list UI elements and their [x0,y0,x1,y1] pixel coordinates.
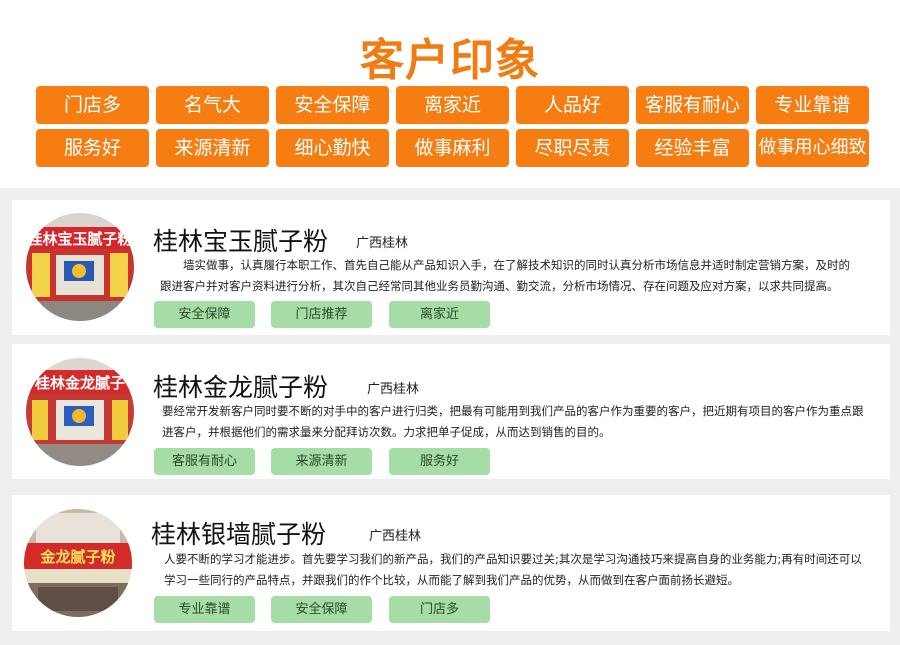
svg-text:金龙腻子粉: 金龙腻子粉 [39,548,115,566]
storefront-image-icon: 金龙腻子粉 [24,509,132,617]
impression-pill[interactable]: 安全保障 [271,596,372,623]
impression-pill[interactable]: 门店推荐 [271,301,372,328]
impression-pill[interactable]: 离家近 [389,301,490,328]
tag-button[interactable]: 经验丰富 [636,129,749,167]
tag-button[interactable]: 做事用心细致 [756,129,869,167]
impression-pill[interactable]: 客服有耐心 [154,448,255,475]
tag-button[interactable]: 名气大 [156,86,269,124]
tag-button[interactable]: 细心勤快 [276,129,389,167]
header-section: 客户印象 门店多 名气大 安全保障 离家近 人品好 客服有耐心 专业靠谱 服务好… [0,0,900,188]
store-description: 要经常开发新客户同时要不断的对手中的客户进行归类，把最有可能用到我们产品的客户作… [162,401,882,443]
tag-button[interactable]: 服务好 [36,129,149,167]
description-line: 进客户，并根据他们的需求量来分配拜访次数。力求把单子促成，从而达到销售的目的。 [162,425,611,439]
svg-text:桂林宝玉腻子粉: 桂林宝玉腻子粉 [26,230,132,248]
store-name: 桂林银墙腻子粉 [151,520,327,549]
tag-button[interactable]: 门店多 [36,86,149,124]
storefront-image-icon: 桂林金龙腻子 [26,358,134,466]
store-region: 广西桂林 [367,382,420,397]
description-line: 人要不断的学习才能进步。首先要学习我们的新产品，我们的产品知识要过关;其次是学习… [164,552,862,566]
tag-button[interactable]: 离家近 [396,86,509,124]
customer-card: 桂林宝玉腻子粉 桂林宝玉腻子粉 广西桂林 墙实做事，认真履行本职工作、首先自己能… [12,200,890,335]
description-line: 学习一些同行的产品特点，并跟我们的作个比较，从而能了解到我们产品的优势，从而做到… [164,573,739,587]
store-region: 广西桂林 [369,529,422,544]
svg-text:桂林金龙腻子: 桂林金龙腻子 [34,374,125,392]
store-photo: 桂林宝玉腻子粉 [26,213,134,321]
impression-pill[interactable]: 安全保障 [154,301,255,328]
tag-button[interactable]: 尽职尽责 [516,129,629,167]
impression-pill[interactable]: 服务好 [389,448,490,475]
description-line: 要经常开发新客户同时要不断的对手中的客户进行归类，把最有可能用到我们产品的客户作… [162,404,864,418]
description-line: 跟进客户并对客户资料进行分析，其次自己经常同其他业务员勤沟通、勤交流，分析市场情… [160,279,839,293]
store-photo: 金龙腻子粉 [24,509,132,617]
tag-button[interactable]: 客服有耐心 [636,86,749,124]
tag-button[interactable]: 专业靠谱 [756,86,869,124]
store-name: 桂林宝玉腻子粉 [153,227,329,256]
customer-card: 桂林金龙腻子 桂林金龙腻子粉 广西桂林 要经常开发新客户同时要不断的对手中的客户… [12,344,890,479]
tag-button[interactable]: 人品好 [516,86,629,124]
page-title: 客户印象 [360,35,540,86]
customer-card: 金龙腻子粉 桂林银墙腻子粉 广西桂林 人要不断的学习才能进步。首先要学习我们的新… [12,495,890,631]
impression-pill[interactable]: 来源清新 [271,448,372,475]
tag-button[interactable]: 做事麻利 [396,129,509,167]
store-description: 人要不断的学习才能进步。首先要学习我们的新产品，我们的产品知识要过关;其次是学习… [164,549,884,591]
cards-section: 桂林宝玉腻子粉 桂林宝玉腻子粉 广西桂林 墙实做事，认真履行本职工作、首先自己能… [0,188,900,645]
store-photo: 桂林金龙腻子 [26,358,134,466]
impression-pill[interactable]: 专业靠谱 [154,596,255,623]
tag-button[interactable]: 来源清新 [156,129,269,167]
store-name: 桂林金龙腻子粉 [153,373,329,402]
storefront-image-icon: 桂林宝玉腻子粉 [26,213,134,321]
store-region: 广西桂林 [356,236,409,251]
store-description: 墙实做事，认真履行本职工作、首先自己能从产品知识入手，在了解技术知识的同时认真分… [160,255,880,297]
impression-pill[interactable]: 门店多 [389,596,490,623]
tag-button[interactable]: 安全保障 [276,86,389,124]
description-line: 墙实做事，认真履行本职工作、首先自己能从产品知识入手，在了解技术知识的同时认真分… [160,258,850,272]
